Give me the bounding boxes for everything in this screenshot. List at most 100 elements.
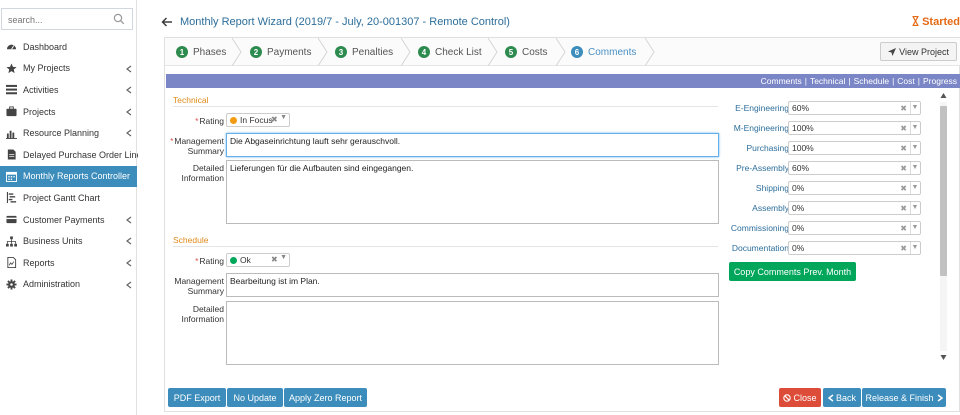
comments-content: Technical *Rating In Focus ✖ ▼ *Management…	[165, 90, 960, 382]
sidebar-item-resource-planning[interactable]: Resource Planning	[0, 122, 137, 144]
tab-penalties[interactable]: 3 Penalties	[335, 38, 393, 66]
copy-comments-prev-month-button[interactable]: Copy Comments Prev. Month	[729, 262, 856, 281]
sidebar-item-project-gantt-chart[interactable]: Project Gantt Chart	[0, 187, 137, 209]
chevron-left-icon	[126, 259, 132, 267]
sidebar-item-customer-payments[interactable]: Customer Payments	[0, 209, 137, 231]
select-value: 100%	[792, 143, 814, 153]
assembly-select[interactable]: 0% ✖ ▼	[788, 201, 921, 215]
progress-label: M-Engineering	[733, 123, 789, 133]
chevron-down-icon[interactable]: ▼	[910, 222, 919, 234]
tab-payments[interactable]: 2 Payments	[250, 38, 311, 66]
tab-costs[interactable]: 5 Costs	[505, 38, 548, 66]
tab-phases[interactable]: 1 Phases	[176, 38, 226, 66]
clear-icon[interactable]: ✖	[271, 115, 278, 124]
status-badge: Started	[912, 16, 960, 28]
tab-label: Costs	[522, 46, 548, 58]
chevron-down-icon[interactable]: ▼	[910, 142, 919, 154]
chevron-down-icon[interactable]: ▼	[280, 114, 287, 121]
sidebar-item-label: Delayed Purchase Order Lines	[23, 149, 147, 160]
section-link-schedule[interactable]: Schedule	[854, 76, 889, 86]
view-project-button[interactable]: View Project	[880, 42, 957, 61]
schedule-rating-select[interactable]: Ok ✖ ▼	[226, 253, 290, 267]
wizard-panel: 1 Phases 2 Payments 3 Penalties 4 Check List…	[164, 37, 960, 412]
section-link-cost[interactable]: Cost	[897, 76, 914, 86]
section-nav-bar: Comments | Technical | Schedule | Cost | Progres…	[166, 74, 960, 88]
e-engineering-select[interactable]: 60% ✖ ▼	[788, 101, 921, 115]
no-update-button[interactable]: No Update	[227, 388, 283, 407]
chevron-left-icon	[126, 108, 132, 116]
sidebar-item-reports[interactable]: Reports	[0, 252, 137, 274]
sidebar-item-projects[interactable]: Projects	[0, 101, 137, 123]
clear-icon[interactable]: ✖	[271, 255, 278, 264]
schedule-management-summary-input[interactable]	[226, 273, 719, 297]
chevron-down-icon[interactable]: ▼	[280, 254, 287, 261]
pre-assembly-select[interactable]: 60% ✖ ▼	[788, 161, 921, 175]
chevron-down-icon[interactable]: ▼	[910, 202, 919, 214]
chevron-down-icon[interactable]: ▼	[910, 122, 919, 134]
purchasing-select[interactable]: 100% ✖ ▼	[788, 141, 921, 155]
clear-icon[interactable]: ✖	[900, 163, 907, 175]
clear-icon[interactable]: ✖	[900, 243, 907, 255]
back-arrow-icon[interactable]	[161, 16, 173, 28]
release-finish-button[interactable]: Release & Finish	[862, 388, 946, 407]
m-engineering-select[interactable]: 100% ✖ ▼	[788, 121, 921, 135]
clear-icon[interactable]: ✖	[900, 183, 907, 195]
section-link-comments[interactable]: Comments	[761, 76, 802, 86]
sidebar-item-label: Customer Payments	[23, 214, 105, 225]
scroll-up-icon[interactable]	[940, 92, 947, 99]
close-button[interactable]: Close	[779, 388, 821, 407]
sidebar-item-my-projects[interactable]: My Projects	[0, 58, 137, 80]
chevron-down-icon[interactable]: ▼	[910, 162, 919, 174]
sidebar-item-delayed-po-lines[interactable]: Delayed Purchase Order Lines	[0, 144, 146, 166]
sidebar-item-monthly-reports-controller[interactable]: Monthly Reports Controller	[0, 165, 137, 188]
pdf-export-button[interactable]: PDF Export	[168, 388, 226, 407]
rating-dot-icon	[230, 256, 237, 264]
section-link-technical[interactable]: Technical	[810, 76, 845, 86]
sidebar-item-administration[interactable]: Administration	[0, 274, 137, 296]
tab-number: 1	[176, 46, 188, 58]
shipping-select[interactable]: 0% ✖ ▼	[788, 181, 921, 195]
close-label: Close	[793, 392, 817, 403]
search-input[interactable]	[8, 13, 108, 26]
back-button[interactable]: Back	[823, 388, 861, 407]
technical-detailed-info-input[interactable]	[226, 160, 719, 224]
technical-rating-select[interactable]: In Focus ✖ ▼	[226, 113, 290, 127]
tab-number: 2	[250, 46, 262, 58]
technical-management-summary-input[interactable]	[226, 133, 719, 157]
tab-check-list[interactable]: 4 Check List	[418, 38, 482, 66]
clear-icon[interactable]: ✖	[900, 103, 907, 115]
chevron-down-icon[interactable]: ▼	[910, 242, 919, 254]
sidebar-item-dashboard[interactable]: Dashboard	[0, 36, 137, 58]
sidebar-search[interactable]	[1, 8, 133, 30]
commissioning-select[interactable]: 0% ✖ ▼	[788, 221, 921, 235]
tab-comments[interactable]: 6 Comments	[571, 38, 636, 66]
schedule-detailed-label: Detailed Information	[181, 304, 224, 324]
chevron-left-icon	[126, 281, 132, 289]
scrollbar-thumb[interactable]	[940, 106, 947, 276]
clear-icon[interactable]: ✖	[900, 223, 907, 235]
content-scrollbar[interactable]	[937, 90, 950, 363]
progress-label: Commissioning	[730, 223, 789, 233]
documentation-select[interactable]: 0% ✖ ▼	[788, 241, 921, 255]
tab-label: Check List	[435, 46, 482, 58]
progress-label: Shipping	[755, 183, 789, 193]
sidebar-item-activities[interactable]: Activities	[0, 79, 137, 101]
schedule-detailed-info-input[interactable]	[226, 301, 719, 365]
clear-icon[interactable]: ✖	[900, 203, 907, 215]
clear-icon[interactable]: ✖	[900, 143, 907, 155]
tab-label: Comments	[588, 46, 637, 58]
scroll-down-icon[interactable]	[940, 354, 947, 361]
progress-label: Purchasing	[746, 143, 789, 153]
section-link-progress[interactable]: Progress	[923, 76, 957, 86]
gantt-icon	[6, 192, 17, 204]
search-icon[interactable]	[113, 13, 125, 25]
sidebar-item-business-units[interactable]: Business Units	[0, 230, 137, 252]
apply-zero-report-button[interactable]: Apply Zero Report	[284, 388, 367, 407]
clear-icon[interactable]: ✖	[900, 123, 907, 135]
tab-separator-icon	[488, 38, 498, 66]
chevron-down-icon[interactable]: ▼	[910, 102, 919, 114]
chevron-down-icon[interactable]: ▼	[910, 182, 919, 194]
report-file-icon	[6, 257, 17, 269]
sidebar-item-label: Activities	[23, 84, 59, 95]
select-value: 60%	[792, 103, 810, 113]
